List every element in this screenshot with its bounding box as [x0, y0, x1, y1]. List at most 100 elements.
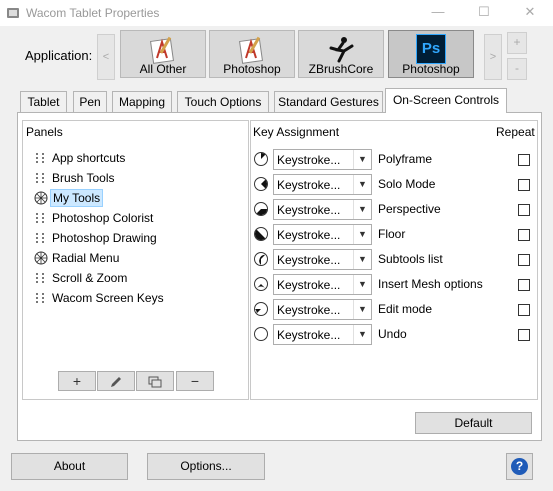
- about-button[interactable]: About: [11, 453, 128, 480]
- panel-item-label: Wacom Screen Keys: [52, 291, 164, 305]
- app-tile-photoshop-selected[interactable]: Ps Photoshop: [388, 30, 474, 78]
- grid-icon: [34, 271, 48, 285]
- dial-position-icon: [254, 152, 268, 166]
- options-button[interactable]: Options...: [147, 453, 265, 480]
- radial-icon: [34, 191, 48, 205]
- tab-mapping[interactable]: Mapping: [112, 91, 172, 112]
- grid-icon: [34, 231, 48, 245]
- help-icon: ?: [511, 458, 528, 475]
- key-assignment-title: Key Assignment: [253, 125, 340, 139]
- chevron-down-icon: ▼: [353, 300, 371, 319]
- tab-touch-options[interactable]: Touch Options: [177, 91, 269, 112]
- key-name-label: Edit mode: [378, 302, 433, 316]
- key-action-dropdown[interactable]: Keystroke... ▼: [273, 274, 372, 295]
- app-tile-zbrushcore[interactable]: ZBrushCore: [298, 30, 384, 78]
- key-action-dropdown[interactable]: Keystroke... ▼: [273, 224, 372, 245]
- repeat-checkbox[interactable]: [518, 279, 530, 291]
- panel-item-label: Photoshop Colorist: [52, 211, 154, 225]
- edit-panel-button[interactable]: [97, 371, 135, 391]
- chevron-down-icon: ▼: [353, 275, 371, 294]
- key-action-dropdown[interactable]: Keystroke... ▼: [273, 249, 372, 270]
- app-tile-all-other[interactable]: All Other: [120, 30, 206, 78]
- key-action-dropdown[interactable]: Keystroke... ▼: [273, 324, 372, 345]
- key-name-label: Insert Mesh options: [378, 277, 483, 291]
- chevron-down-icon: ▼: [353, 250, 371, 269]
- remove-application-button[interactable]: -: [507, 58, 527, 80]
- tab-on-screen-controls[interactable]: On-Screen Controls: [385, 88, 507, 113]
- dial-position-icon: [254, 277, 268, 291]
- dropdown-value: Keystroke...: [277, 228, 341, 242]
- app-scroll-left-button[interactable]: <: [97, 34, 115, 80]
- close-button[interactable]: ✕: [507, 0, 553, 26]
- wacom-app-icon: [7, 8, 19, 18]
- chevron-down-icon: ▼: [353, 150, 371, 169]
- maximize-button[interactable]: ☐: [461, 0, 507, 26]
- tab-pen[interactable]: Pen: [73, 91, 107, 112]
- dropdown-value: Keystroke...: [277, 178, 341, 192]
- grid-icon: [34, 211, 48, 225]
- pencil-icon: [111, 377, 121, 387]
- app-tile-photoshop-legacy[interactable]: Photoshop: [209, 30, 295, 78]
- chevron-down-icon: ▼: [353, 175, 371, 194]
- all-other-app-icon: [150, 36, 174, 64]
- minimize-button[interactable]: —: [415, 0, 461, 26]
- key-action-dropdown[interactable]: Keystroke... ▼: [273, 299, 372, 320]
- dropdown-value: Keystroke...: [277, 253, 341, 267]
- dropdown-value: Keystroke...: [277, 153, 341, 167]
- key-name-label: Polyframe: [378, 152, 433, 166]
- panels-title: Panels: [26, 125, 63, 139]
- grid-icon: [34, 171, 48, 185]
- dial-position-icon: [254, 202, 268, 216]
- photoshop-legacy-icon: [239, 36, 263, 64]
- key-action-dropdown[interactable]: Keystroke... ▼: [273, 199, 372, 220]
- key-name-label: Undo: [378, 327, 407, 341]
- panel-item-label: Brush Tools: [52, 171, 115, 185]
- dropdown-value: Keystroke...: [277, 328, 341, 342]
- dial-position-icon: [254, 327, 268, 341]
- help-button[interactable]: ?: [506, 453, 533, 480]
- add-panel-button[interactable]: +: [58, 371, 96, 391]
- grid-icon: [34, 291, 48, 305]
- dropdown-value: Keystroke...: [277, 203, 341, 217]
- app-tile-label: All Other: [139, 62, 187, 76]
- chevron-down-icon: ▼: [353, 225, 371, 244]
- title-bar: Wacom Tablet Properties — ☐ ✕: [0, 0, 553, 26]
- key-name-label: Perspective: [378, 202, 441, 216]
- repeat-checkbox[interactable]: [518, 254, 530, 266]
- app-tile-label: ZBrushCore: [308, 62, 374, 76]
- duplicate-icon: [148, 376, 162, 388]
- key-name-label: Subtools list: [378, 252, 443, 266]
- repeat-checkbox[interactable]: [518, 229, 530, 241]
- zbrush-icon: [329, 37, 354, 63]
- radial-icon: [34, 251, 48, 265]
- repeat-checkbox[interactable]: [518, 179, 530, 191]
- key-action-dropdown[interactable]: Keystroke... ▼: [273, 174, 372, 195]
- dropdown-value: Keystroke...: [277, 303, 341, 317]
- key-name-label: Solo Mode: [378, 177, 436, 191]
- repeat-checkbox[interactable]: [518, 304, 530, 316]
- app-scroll-right-button[interactable]: >: [484, 34, 502, 80]
- repeat-checkbox[interactable]: [518, 204, 530, 216]
- repeat-column-label: Repeat: [496, 125, 535, 139]
- dial-position-icon: [254, 177, 268, 191]
- grid-icon: [34, 151, 48, 165]
- app-tile-label: Photoshop: [223, 62, 281, 76]
- tab-standard-gestures[interactable]: Standard Gestures: [274, 91, 383, 112]
- panel-item-label: Scroll & Zoom: [52, 271, 128, 285]
- key-name-label: Floor: [378, 227, 406, 241]
- dropdown-value: Keystroke...: [277, 278, 341, 292]
- panel-item-label: Radial Menu: [52, 251, 120, 265]
- default-button[interactable]: Default: [415, 412, 532, 434]
- panel-item-label: App shortcuts: [52, 151, 126, 165]
- delete-panel-button[interactable]: −: [176, 371, 214, 391]
- dial-position-icon: [254, 227, 268, 241]
- add-application-button[interactable]: +: [507, 32, 527, 54]
- key-action-dropdown[interactable]: Keystroke... ▼: [273, 149, 372, 170]
- chevron-down-icon: ▼: [353, 200, 371, 219]
- window-title: Wacom Tablet Properties: [26, 6, 160, 20]
- repeat-checkbox[interactable]: [518, 329, 530, 341]
- repeat-checkbox[interactable]: [518, 154, 530, 166]
- duplicate-panel-button[interactable]: [136, 371, 174, 391]
- tab-tablet[interactable]: Tablet: [20, 91, 67, 112]
- chevron-down-icon: ▼: [353, 325, 371, 344]
